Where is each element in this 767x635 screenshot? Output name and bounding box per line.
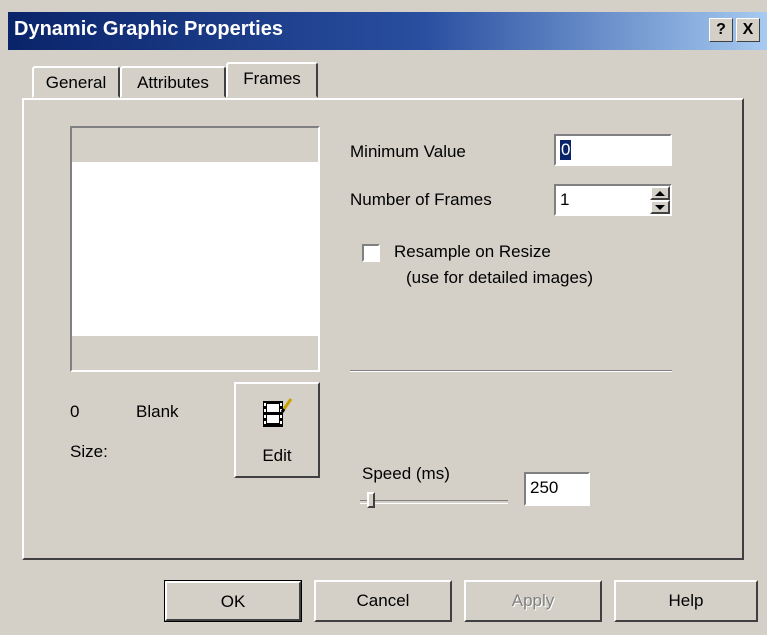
frame-preview[interactable] xyxy=(70,126,320,372)
help-title-button[interactable]: ? xyxy=(709,18,733,42)
speed-label: Speed (ms) xyxy=(362,464,450,483)
tab-frames[interactable]: Frames xyxy=(226,62,318,98)
resample-checkbox[interactable] xyxy=(362,244,380,262)
tab-general[interactable]: General xyxy=(32,66,120,98)
speed-slider-track[interactable] xyxy=(360,500,508,504)
resample-hint: (use for detailed images) xyxy=(406,268,594,287)
min-value-field[interactable]: 0 xyxy=(554,134,672,166)
num-frames-text: 1 xyxy=(560,190,570,209)
ok-button[interactable]: OK xyxy=(164,580,302,622)
stepper-down-icon xyxy=(655,205,665,210)
min-value-label: Minimum Value xyxy=(350,142,466,161)
frame-preview-image xyxy=(72,162,318,336)
stepper-up-icon xyxy=(655,191,665,196)
frame-name: Blank xyxy=(136,402,179,421)
num-frames-stepper[interactable]: 1 xyxy=(554,184,672,216)
speed-slider-thumb[interactable] xyxy=(367,492,375,508)
speed-field[interactable]: 250 xyxy=(524,472,590,506)
apply-label: Apply xyxy=(511,591,555,610)
separator xyxy=(350,370,672,372)
apply-button[interactable]: Apply xyxy=(464,580,602,622)
speed-value: 250 xyxy=(530,478,559,497)
tab-attributes[interactable]: Attributes xyxy=(120,66,226,98)
size-label: Size: xyxy=(70,442,108,461)
help-button[interactable]: Help xyxy=(614,580,758,622)
window-title: Dynamic Graphic Properties xyxy=(14,18,283,40)
frames-panel: 0 Blank Size: Edit Minimum Value 0 Numbe… xyxy=(22,98,744,560)
stepper-down-button[interactable] xyxy=(650,200,670,214)
resample-label: Resample on Resize xyxy=(394,242,551,261)
edit-label: Edit xyxy=(262,446,292,465)
min-value-text: 0 xyxy=(560,140,572,160)
ok-label: OK xyxy=(220,592,246,611)
help-label: Help xyxy=(668,591,704,610)
stepper-up-button[interactable] xyxy=(650,186,670,200)
cancel-button[interactable]: Cancel xyxy=(314,580,452,622)
title-bar[interactable]: Dynamic Graphic Properties ? X xyxy=(8,12,767,50)
close-button[interactable]: X xyxy=(736,18,760,42)
dialog-window: Dynamic Graphic Properties ? X General A… xyxy=(0,0,767,635)
film-edit-icon xyxy=(263,398,293,427)
edit-button[interactable]: Edit xyxy=(234,382,320,478)
cancel-label: Cancel xyxy=(356,591,410,610)
num-frames-label: Number of Frames xyxy=(350,190,492,209)
frame-number: 0 xyxy=(70,402,80,421)
